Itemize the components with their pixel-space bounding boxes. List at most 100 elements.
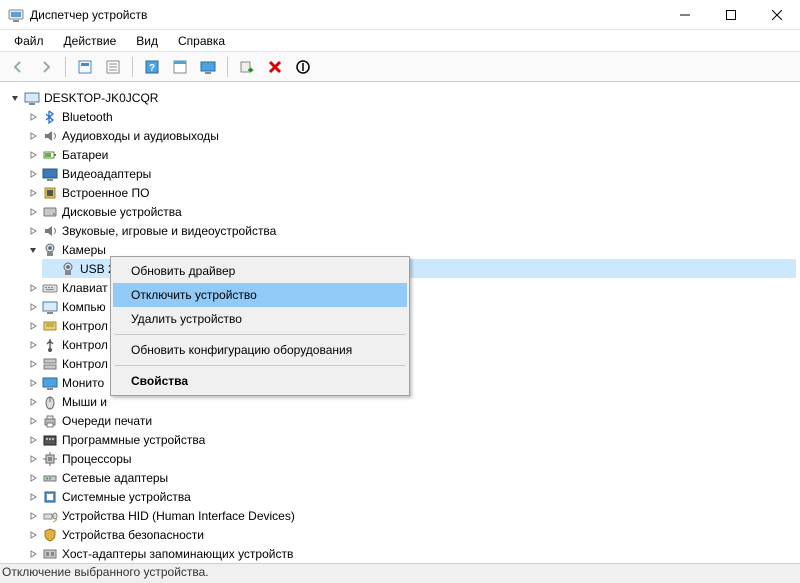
tree-item-label: Мыши и: [62, 395, 107, 409]
disk-icon: [42, 204, 58, 220]
tree-item[interactable]: Bluetooth: [24, 107, 796, 126]
tree-root[interactable]: DESKTOP-JK0JCQR: [6, 88, 796, 107]
chevron-right-icon[interactable]: [26, 129, 40, 143]
sound-icon: [42, 223, 58, 239]
chevron-right-icon[interactable]: [26, 357, 40, 371]
close-button[interactable]: [754, 0, 800, 30]
ctx-uninstall-device[interactable]: Удалить устройство: [113, 307, 407, 331]
tree-item[interactable]: Системные устройства: [24, 487, 796, 506]
menu-view[interactable]: Вид: [126, 30, 168, 51]
statusbar-text: Отключение выбранного устройства.: [2, 565, 209, 579]
controller-icon: [42, 318, 58, 334]
ctx-separator: [115, 365, 405, 366]
usb-icon: [42, 337, 58, 353]
chevron-right-icon[interactable]: [26, 471, 40, 485]
chevron-right-icon[interactable]: [26, 300, 40, 314]
tree-item[interactable]: Устройства HID (Human Interface Devices): [24, 506, 796, 525]
camera-icon: [42, 242, 58, 258]
toolbar-show-hidden-button[interactable]: [73, 55, 97, 79]
toolbar-help-button[interactable]: ?: [140, 55, 164, 79]
tree-item-label: Камеры: [62, 243, 106, 257]
tree-item-label: Устройства HID (Human Interface Devices): [62, 509, 295, 523]
system-icon: [42, 489, 58, 505]
tree-root-label: DESKTOP-JK0JCQR: [44, 91, 158, 105]
tree-item-label: Контрол: [62, 357, 108, 371]
tree-item-label: Звуковые, игровые и видеоустройства: [62, 224, 276, 238]
chevron-right-icon[interactable]: [26, 224, 40, 238]
chevron-right-icon[interactable]: [26, 186, 40, 200]
tree-item[interactable]: Батареи: [24, 145, 796, 164]
toolbar-properties-button[interactable]: [101, 55, 125, 79]
toolbar-disable-button[interactable]: [291, 55, 315, 79]
context-menu: Обновить драйвер Отключить устройство Уд…: [110, 256, 410, 396]
chevron-right-icon[interactable]: [26, 319, 40, 333]
storagectl-icon: [42, 356, 58, 372]
tree-item-label: Батареи: [62, 148, 108, 162]
chevron-right-icon[interactable]: [26, 338, 40, 352]
tree-item[interactable]: Процессоры: [24, 449, 796, 468]
chevron-right-icon[interactable]: [26, 205, 40, 219]
cpu-icon: [42, 451, 58, 467]
chevron-down-icon[interactable]: [8, 91, 22, 105]
chevron-right-icon[interactable]: [26, 395, 40, 409]
firmware-icon: [42, 185, 58, 201]
chevron-right-icon[interactable]: [26, 148, 40, 162]
printer-icon: [42, 413, 58, 429]
tree-item[interactable]: Звуковые, игровые и видеоустройства: [24, 221, 796, 240]
tree-item-label: Устройства безопасности: [62, 528, 204, 542]
window-title: Диспетчер устройств: [30, 8, 662, 22]
toolbar-view-button[interactable]: [168, 55, 192, 79]
ctx-scan-hardware[interactable]: Обновить конфигурацию оборудования: [113, 338, 407, 362]
menu-file[interactable]: Файл: [4, 30, 54, 51]
toolbar-sep: [132, 57, 133, 77]
menu-action[interactable]: Действие: [54, 30, 127, 51]
toolbar-monitor-button[interactable]: [196, 55, 220, 79]
chevron-right-icon[interactable]: [26, 376, 40, 390]
chevron-right-icon[interactable]: [26, 490, 40, 504]
tree-item[interactable]: Программные устройства: [24, 430, 796, 449]
chevron-right-icon[interactable]: [26, 452, 40, 466]
tree-item-label: Очереди печати: [62, 414, 152, 428]
tree-item-label: Контрол: [62, 338, 108, 352]
device-tree-area: DESKTOP-JK0JCQR Bluetooth Аудиовходы и ау…: [0, 82, 800, 563]
chevron-right-icon[interactable]: [26, 167, 40, 181]
chevron-down-icon[interactable]: [26, 243, 40, 257]
chevron-right-icon[interactable]: [26, 509, 40, 523]
tree-item-label: Видеоадаптеры: [62, 167, 151, 181]
computer-icon: [24, 90, 40, 106]
toolbar-sep: [65, 57, 66, 77]
chevron-right-icon[interactable]: [26, 528, 40, 542]
toolbar-uninstall-button[interactable]: [263, 55, 287, 79]
toolbar-scan-button[interactable]: [235, 55, 259, 79]
hba-icon: [42, 546, 58, 562]
tree-item[interactable]: Хост-адаптеры запоминающих устройств: [24, 544, 796, 563]
mouse-icon: [42, 394, 58, 410]
ctx-disable-device[interactable]: Отключить устройство: [113, 283, 407, 307]
computer2-icon: [42, 299, 58, 315]
hid-icon: [42, 508, 58, 524]
minimize-button[interactable]: [662, 0, 708, 30]
tree-item-label: Bluetooth: [62, 110, 113, 124]
chevron-right-icon[interactable]: [26, 433, 40, 447]
chevron-right-icon[interactable]: [26, 110, 40, 124]
toolbar-back-button[interactable]: [6, 55, 30, 79]
menu-help[interactable]: Справка: [168, 30, 235, 51]
ctx-properties[interactable]: Свойства: [113, 369, 407, 393]
tree-item[interactable]: Встроенное ПО: [24, 183, 796, 202]
chevron-right-icon[interactable]: [26, 414, 40, 428]
chevron-right-icon[interactable]: [26, 281, 40, 295]
toolbar-forward-button[interactable]: [34, 55, 58, 79]
ctx-update-driver[interactable]: Обновить драйвер: [113, 259, 407, 283]
titlebar: Диспетчер устройств: [0, 0, 800, 30]
tree-item-label: Встроенное ПО: [62, 186, 149, 200]
chevron-right-icon[interactable]: [26, 547, 40, 561]
tree-item[interactable]: Сетевые адаптеры: [24, 468, 796, 487]
tree-item[interactable]: Устройства безопасности: [24, 525, 796, 544]
ctx-separator: [115, 334, 405, 335]
maximize-button[interactable]: [708, 0, 754, 30]
tree-item[interactable]: Очереди печати: [24, 411, 796, 430]
tree-item[interactable]: Аудиовходы и аудиовыходы: [24, 126, 796, 145]
toolbar: ?: [0, 52, 800, 82]
tree-item[interactable]: Дисковые устройства: [24, 202, 796, 221]
tree-item[interactable]: Видеоадаптеры: [24, 164, 796, 183]
